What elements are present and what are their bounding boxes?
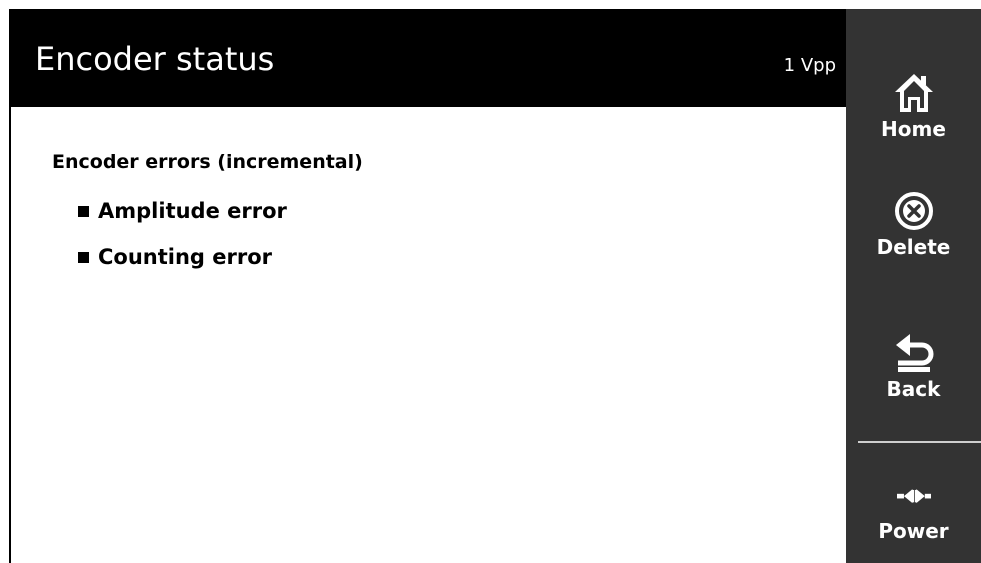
error-item-counting: Counting error bbox=[78, 244, 272, 270]
left-border bbox=[9, 9, 11, 563]
sidebar-divider bbox=[858, 441, 981, 443]
error-item-amplitude: Amplitude error bbox=[78, 198, 287, 224]
error-label: Counting error bbox=[98, 245, 273, 269]
page-title: Encoder status bbox=[35, 40, 275, 78]
error-group-title: Encoder errors (incremental) bbox=[52, 151, 363, 173]
interface-type: 1 Vpp bbox=[783, 55, 836, 76]
sidebar: Home Delete Back Power bbox=[846, 9, 981, 563]
power-label: Power bbox=[878, 519, 949, 543]
error-bullet-icon bbox=[78, 205, 89, 217]
power-button[interactable]: Power bbox=[846, 483, 981, 543]
power-icon bbox=[896, 489, 931, 504]
back-button[interactable]: Back bbox=[846, 331, 981, 401]
status-panel: Encoder errors (incremental) Amplitude e… bbox=[11, 107, 846, 563]
home-button[interactable]: Home bbox=[846, 71, 981, 141]
delete-label: Delete bbox=[876, 235, 951, 259]
delete-icon bbox=[894, 192, 933, 230]
error-label: Amplitude error bbox=[98, 199, 287, 223]
back-icon bbox=[895, 334, 933, 372]
title-bar: Encoder status 1 Vpp bbox=[9, 9, 846, 107]
error-bullet-icon bbox=[78, 251, 89, 263]
home-label: Home bbox=[881, 117, 946, 141]
home-icon bbox=[894, 74, 933, 112]
delete-button[interactable]: Delete bbox=[846, 189, 981, 259]
back-label: Back bbox=[886, 377, 941, 401]
